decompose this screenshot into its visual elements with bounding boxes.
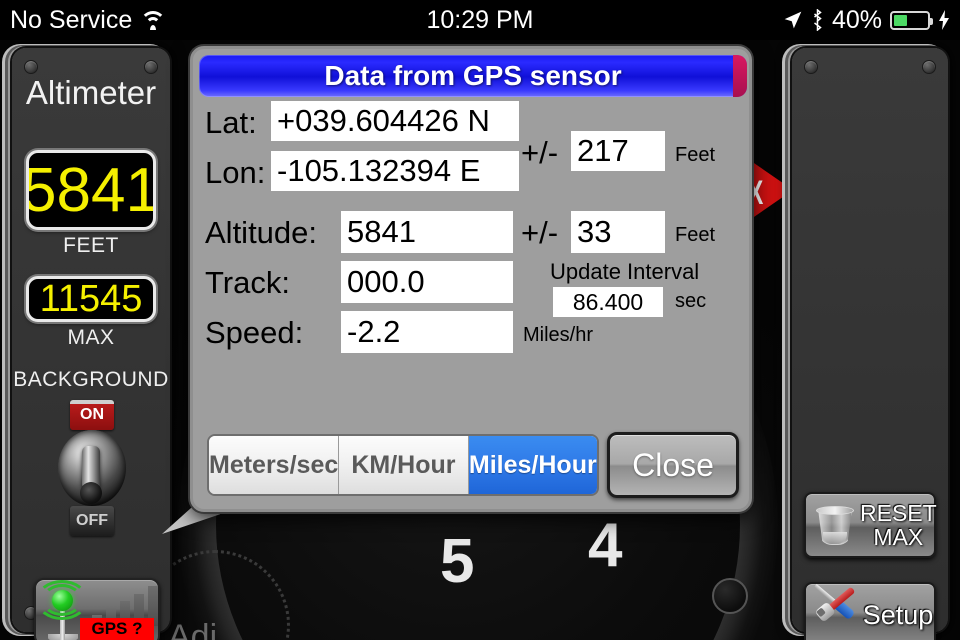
left-instrument-panel: Altimeter 5841 FEET 11545 MAX BACKGROUND… <box>12 48 170 640</box>
altitude-unit-label: FEET <box>63 234 119 257</box>
dial-number: 4 <box>588 511 623 580</box>
dial-number: 5 <box>440 527 475 596</box>
status-bar-right: 40% <box>783 6 950 35</box>
setup-button[interactable]: Setup <box>804 582 936 640</box>
segment-km-per-hour[interactable]: KM/Hour <box>339 436 469 494</box>
close-button[interactable]: Close <box>607 432 739 498</box>
update-interval-label: Update Interval <box>550 259 700 284</box>
tools-icon <box>812 583 858 638</box>
lat-label: Lat: <box>205 105 257 140</box>
gps-status-button[interactable]: GPS ? <box>34 578 160 640</box>
location-arrow-icon <box>784 11 802 29</box>
update-interval-unit: sec <box>675 290 707 312</box>
speed-value: -2.2 <box>341 311 513 353</box>
altitude-accuracy-unit: Feet <box>675 224 716 246</box>
gps-signal-wave <box>36 580 88 620</box>
setup-label: Setup <box>862 599 934 630</box>
speed-label: Speed: <box>205 315 304 350</box>
dialog-titlebar: Data from GPS sensor <box>199 55 747 97</box>
panel-screw <box>144 60 158 74</box>
battery-icon <box>890 10 933 30</box>
segment-miles-per-hour[interactable]: Miles/Hour <box>468 436 597 494</box>
update-interval-value: 86.400 <box>553 287 663 317</box>
panel-screw <box>804 60 818 74</box>
toggle-on-label: ON <box>70 400 114 430</box>
altitude-accuracy-value: 33 <box>571 211 665 253</box>
status-badge: GPS ? <box>80 618 154 640</box>
max-label: MAX <box>67 326 115 349</box>
altitude-label: Altitude: <box>205 215 318 250</box>
toggle-off-label: OFF <box>70 506 114 536</box>
right-instrument-panel: RESET MAX Setup <box>792 48 948 640</box>
app-screen: 5 4 Adj. X Altimeter 5841 FEET 11545 MAX… <box>0 0 960 640</box>
ios-status-bar: No Service 10:29 PM 40% <box>0 0 960 40</box>
reset-max-line2: MAX <box>873 524 924 550</box>
segment-meters-per-sec[interactable]: Meters/sec <box>209 436 340 494</box>
altitude-value: 5841 <box>341 211 513 253</box>
lat-value: +039.604426 N <box>271 101 519 141</box>
panel-screw <box>24 60 38 74</box>
toggle-tip <box>80 482 102 504</box>
bezel-screw <box>712 578 748 614</box>
horizontal-accuracy-value: 217 <box>571 131 665 171</box>
lon-value: -105.132394 E <box>271 151 519 191</box>
altitude-accuracy-pm-label: +/- <box>521 215 559 250</box>
background-toggle-switch[interactable]: ON OFF <box>56 400 128 536</box>
lightning-bolt-icon <box>939 10 949 30</box>
battery-percent-label: 40% <box>831 5 882 34</box>
page-title: Altimeter <box>25 74 157 111</box>
lon-label: Lon: <box>205 155 266 190</box>
panel-screw <box>922 60 936 74</box>
reset-max-label: RESET MAX <box>856 501 937 549</box>
reset-max-button[interactable]: RESET MAX <box>804 492 937 558</box>
reset-max-line1: RESET <box>860 499 937 526</box>
max-altitude-readout: 11545 <box>26 276 156 322</box>
trash-can-icon <box>814 503 856 547</box>
horizontal-accuracy-pm-label: +/- <box>521 135 559 170</box>
speed-unit-segmented-control[interactable]: Meters/sec KM/Hour Miles/Hour <box>207 434 599 496</box>
adjust-label: Adj. <box>168 618 227 640</box>
track-label: Track: <box>205 265 290 300</box>
speed-unit: Miles/hr <box>523 324 594 346</box>
dialog-title: Data from GPS sensor <box>324 60 622 91</box>
titlebar-accent-strip <box>733 55 747 97</box>
track-value: 000.0 <box>341 261 513 303</box>
clock-label: 10:29 PM <box>426 5 534 34</box>
background-section-label: BACKGROUND <box>13 368 169 391</box>
bluetooth-icon <box>814 9 822 31</box>
gps-data-dialog: Data from GPS sensor Lat: +039.604426 N … <box>190 46 752 512</box>
horizontal-accuracy-unit: Feet <box>675 144 716 166</box>
altitude-readout: 5841 <box>26 150 156 230</box>
